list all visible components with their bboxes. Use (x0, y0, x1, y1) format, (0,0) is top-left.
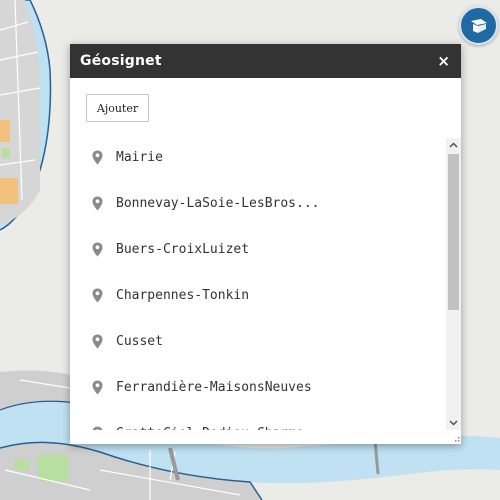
bookmark-list-item[interactable]: Ferrandière-MaisonsNeuves (70, 364, 446, 410)
map-pin-icon (92, 242, 103, 256)
bookmark-widget-button[interactable] (459, 6, 498, 45)
bookmark-list-item[interactable]: Mairie (70, 138, 446, 180)
map-pin-icon (92, 150, 103, 164)
close-button[interactable]: × (437, 53, 450, 69)
bookmark-icon (470, 18, 487, 33)
map-pin-icon (92, 334, 103, 348)
bookmark-list-item[interactable]: GratteCiel-Dedieu-Charme... (70, 410, 446, 430)
chevron-down-icon (449, 420, 458, 426)
bookmark-label: Cusset (116, 333, 163, 349)
scroll-down-button[interactable] (446, 416, 461, 430)
map-pin-icon (92, 196, 103, 210)
map-pin-icon (92, 426, 103, 430)
bookmark-list[interactable]: Mairie Bonnevay-LaSoie-LesBros... Buers-Cr… (70, 138, 446, 430)
chevron-up-icon (449, 142, 458, 148)
bookmark-label: Bonnevay-LaSoie-LesBros... (116, 195, 320, 211)
scroll-up-button[interactable] (446, 138, 461, 152)
list-scrollbar[interactable] (446, 138, 461, 430)
bookmark-label: Mairie (116, 149, 163, 165)
add-bookmark-button[interactable]: Ajouter (86, 94, 149, 122)
bookmark-label: Ferrandière-MaisonsNeuves (116, 379, 312, 395)
bookmark-list-item[interactable]: Charpennes-Tonkin (70, 272, 446, 318)
bookmark-list-item[interactable]: Buers-CroixLuizet (70, 226, 446, 272)
bookmark-label: Charpennes-Tonkin (116, 287, 250, 303)
bookmark-label: Buers-CroixLuizet (116, 241, 250, 257)
map-pin-icon (92, 288, 103, 302)
geosignet-dialog: Géosignet × Ajouter Mairie Bonnevay-LaSoi… (70, 44, 461, 444)
bookmark-list-item[interactable]: Cusset (70, 318, 446, 364)
bookmark-label: GratteCiel-Dedieu-Charme... (116, 426, 327, 431)
dialog-header[interactable]: Géosignet × (70, 44, 461, 78)
bookmark-list-item[interactable]: Bonnevay-LaSoie-LesBros... (70, 180, 446, 226)
scrollbar-thumb[interactable] (448, 154, 459, 310)
dialog-title: Géosignet (80, 53, 162, 69)
resize-grip-icon[interactable] (452, 435, 460, 443)
map-pin-icon (92, 380, 103, 394)
